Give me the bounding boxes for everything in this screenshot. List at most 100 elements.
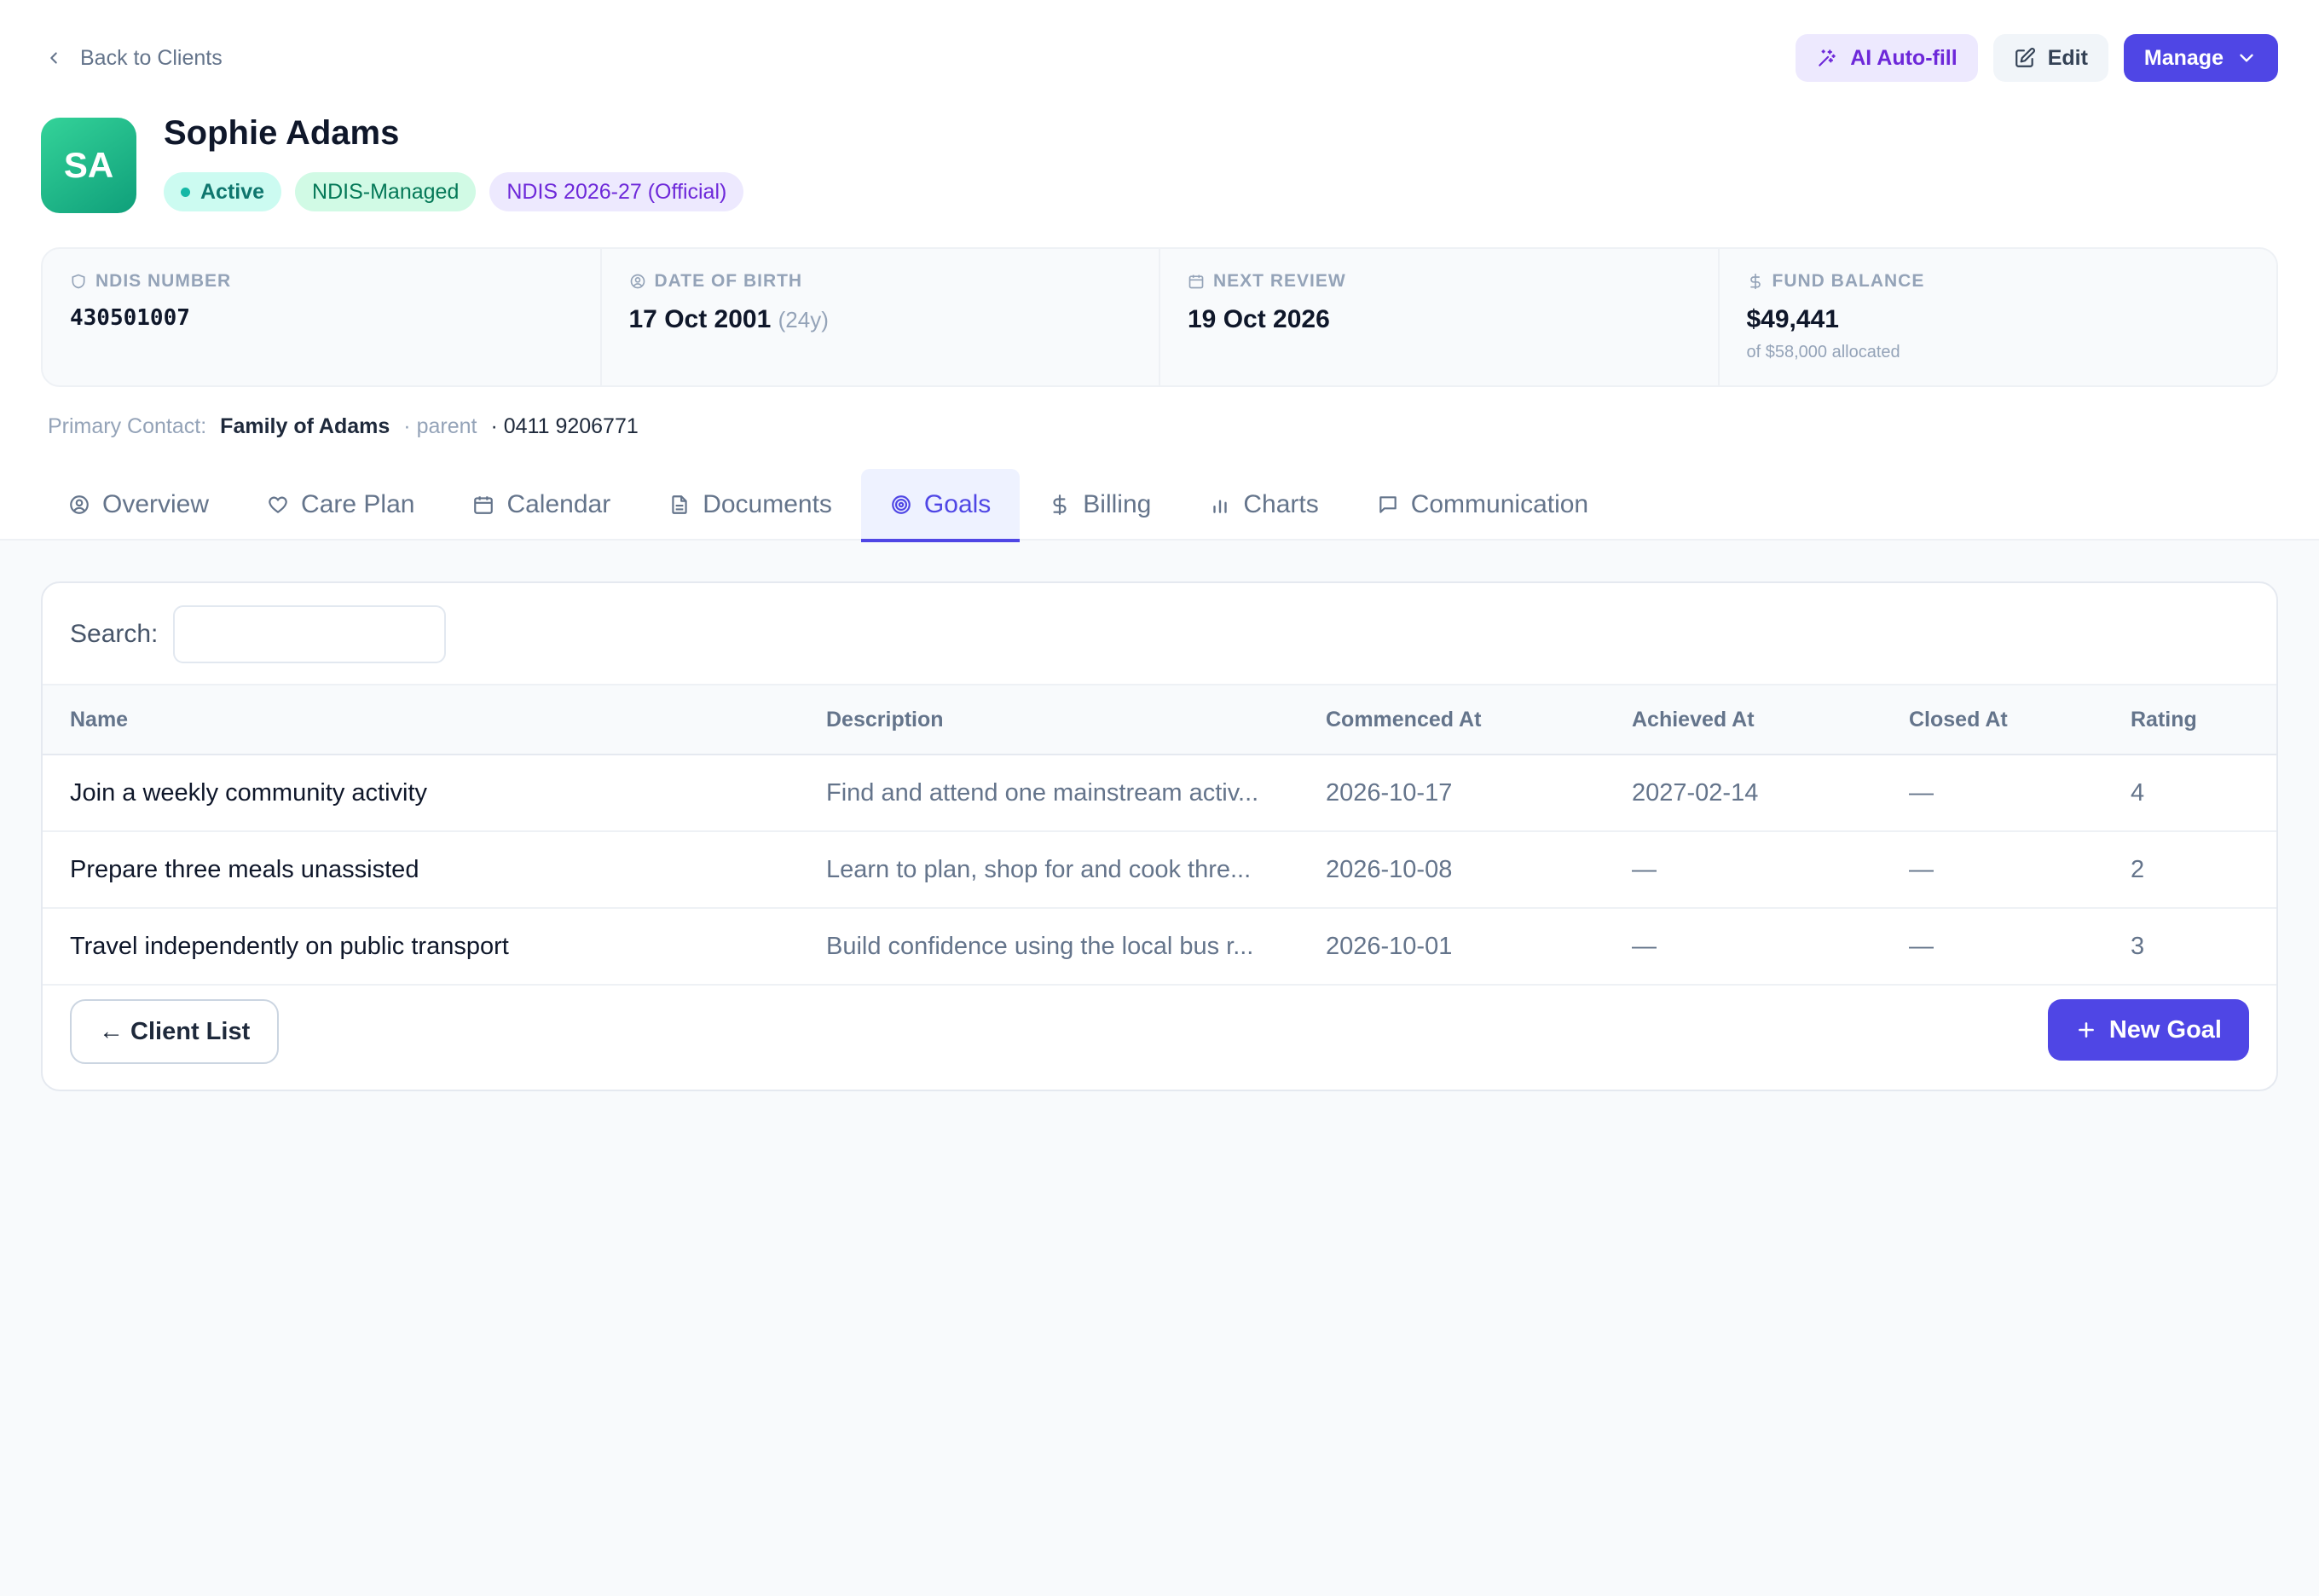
age-value: (24y) (778, 307, 829, 332)
management-badge: NDIS-Managed (295, 172, 477, 211)
stat-next-review: NEXT REVIEW 19 Oct 2026 (1160, 249, 1720, 385)
goal-achieved: — (1632, 855, 1657, 883)
goal-commenced: 2026-10-17 (1326, 778, 1453, 807)
edit-label: Edit (2047, 45, 2088, 70)
new-goal-button[interactable]: New Goal (2047, 999, 2249, 1061)
sparkles-icon (1819, 49, 1836, 66)
tab-label: Calendar (506, 490, 611, 518)
tab-documents[interactable]: Documents (639, 469, 861, 541)
column-header-name[interactable]: Name (43, 685, 799, 755)
table-row[interactable]: Join a weekly community activity Find an… (43, 755, 2276, 831)
column-header-achieved[interactable]: Achieved At (1605, 685, 1882, 755)
tab-label: Overview (102, 490, 210, 518)
client-tabs: Overview Care Plan Calendar Documents Go… (41, 469, 1617, 542)
goal-name[interactable]: Join a weekly community activity (43, 755, 799, 831)
table-row[interactable]: Travel independently on public transport… (43, 908, 2276, 985)
stat-label: FUND BALANCE (1772, 271, 1925, 291)
bar-chart-icon (1213, 500, 1228, 513)
search-input[interactable] (173, 605, 447, 663)
plan-badge: NDIS 2026-27 (Official) (489, 172, 744, 211)
primary-contact-name: Family of Adams (220, 414, 390, 438)
tab-overview[interactable]: Overview (41, 469, 238, 541)
goal-commenced: 2026-10-01 (1326, 932, 1453, 960)
goal-description: Learn to plan, shop for and cook thre... (826, 855, 1252, 883)
manage-label: Manage (2143, 45, 2224, 70)
chevron-left-icon (50, 52, 57, 64)
tab-label: Goals (923, 490, 992, 518)
user-circle-icon (630, 274, 645, 289)
tab-goals[interactable]: Goals (860, 469, 1021, 542)
goal-rating: 3 (2131, 932, 2145, 960)
tab-calendar[interactable]: Calendar (443, 469, 639, 541)
tab-label: Charts (1243, 490, 1319, 518)
heart-icon (269, 496, 287, 513)
column-header-rating[interactable]: Rating (2103, 685, 2276, 755)
status-badge: Active (164, 172, 282, 211)
goals-card: Search: Name Description Commenced At Ac… (41, 581, 2278, 1091)
back-to-clients-link[interactable]: Back to Clients (44, 43, 223, 73)
goal-name[interactable]: Prepare three meals unassisted (43, 831, 799, 908)
message-icon (1379, 496, 1397, 513)
column-header-closed[interactable]: Closed At (1882, 685, 2103, 755)
dob-value: 17 Oct 2001 (628, 305, 772, 333)
goal-name[interactable]: Travel independently on public transport (43, 908, 799, 985)
goals-card-footer: ← Client List New Goal (43, 982, 2276, 1090)
header-actions: AI Auto-fill Edit Manage (1796, 34, 2278, 82)
back-link-label: Back to Clients (80, 45, 223, 70)
client-stats-panel: NDIS NUMBER 430501007 DATE OF BIRTH 17 O… (41, 247, 2278, 387)
goal-closed: — (1909, 855, 1934, 883)
calendar-icon (1188, 275, 1204, 289)
tab-label: Communication (1410, 490, 1589, 518)
edit-button[interactable]: Edit (1992, 34, 2108, 82)
client-list-button[interactable]: ← Client List (70, 999, 280, 1064)
ai-autofill-button[interactable]: AI Auto-fill (1796, 34, 1978, 82)
goals-search: Search: (70, 605, 447, 663)
edit-icon (2015, 48, 2035, 67)
user-circle-icon (70, 495, 89, 514)
client-name: Sophie Adams (164, 114, 400, 152)
dollar-icon (1053, 494, 1067, 515)
manage-dropdown-button[interactable]: Manage (2123, 34, 2278, 82)
tab-label: Billing (1083, 490, 1152, 518)
plus-icon (2078, 1022, 2094, 1038)
ndis-number-value: 430501007 (70, 305, 190, 331)
tab-charts[interactable]: Charts (1180, 469, 1347, 541)
next-review-value: 19 Oct 2026 (1188, 305, 1330, 333)
primary-contact-label: Primary Contact: (48, 414, 207, 438)
column-header-description[interactable]: Description (799, 685, 1298, 755)
status-badge-label: Active (200, 179, 265, 204)
goal-rating: 2 (2131, 855, 2145, 883)
goal-rating: 4 (2131, 778, 2145, 807)
goal-achieved: 2027-02-14 (1632, 778, 1759, 807)
goal-closed: — (1909, 778, 1934, 807)
tab-care-plan[interactable]: Care Plan (238, 469, 443, 541)
goals-table: Name Description Commenced At Achieved A… (43, 684, 2276, 986)
tab-label: Documents (703, 490, 832, 518)
stat-label: NEXT REVIEW (1213, 271, 1346, 291)
ai-autofill-label: AI Auto-fill (1850, 45, 1958, 70)
tab-billing[interactable]: Billing (1020, 469, 1180, 541)
tab-communication[interactable]: Communication (1348, 469, 1617, 541)
primary-contact: Primary Contact: Family of Adams · paren… (48, 414, 639, 439)
table-header-row: Name Description Commenced At Achieved A… (43, 685, 2276, 755)
client-badges: Active NDIS-Managed NDIS 2026-27 (Offici… (164, 172, 744, 211)
primary-contact-phone: · 0411 9206771 (490, 414, 639, 438)
goal-achieved: — (1632, 932, 1657, 960)
fund-balance-value: $49,441 (1746, 305, 1839, 333)
goal-commenced: 2026-10-08 (1326, 855, 1453, 883)
goal-closed: — (1909, 932, 1934, 960)
stat-date-of-birth: DATE OF BIRTH 17 Oct 2001 (24y) (602, 249, 1160, 385)
search-label: Search: (70, 620, 159, 648)
target-icon (892, 495, 911, 514)
client-header-area: Back to Clients AI Auto-fill Edit Manage… (0, 0, 2319, 542)
primary-contact-relation: · parent (403, 414, 477, 438)
new-goal-label: New Goal (2108, 1015, 2222, 1044)
client-avatar: SA (41, 118, 136, 213)
shield-icon (72, 274, 85, 289)
column-header-commenced[interactable]: Commenced At (1298, 685, 1605, 755)
table-row[interactable]: Prepare three meals unassisted Learn to … (43, 831, 2276, 908)
tab-label: Care Plan (301, 490, 415, 518)
fund-allocated-text: of $58,000 allocated (1746, 343, 1900, 361)
stat-ndis-number: NDIS NUMBER 430501007 (43, 249, 602, 385)
stat-fund-balance: FUND BALANCE $49,441 of $58,000 allocate… (1720, 249, 2277, 385)
